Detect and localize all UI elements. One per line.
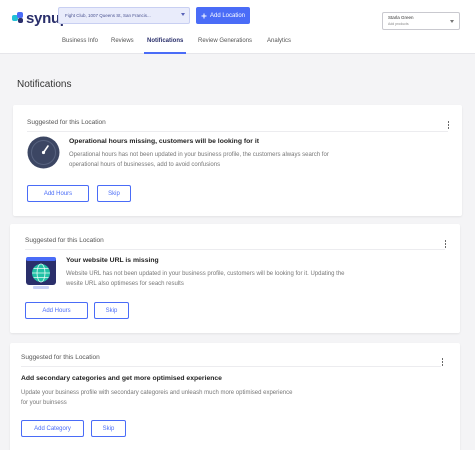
user-subtitle: Add products	[388, 22, 409, 26]
card-description: Website URL has not been updated in your…	[66, 271, 345, 287]
card-heading: Suggested for this Location	[25, 237, 104, 244]
plus-icon	[201, 13, 207, 18]
user-name: Starla Green	[388, 15, 414, 20]
notification-card: Suggested for this Location Add secondar…	[10, 343, 460, 450]
more-options-icon[interactable]	[444, 240, 447, 248]
clock-icon	[27, 136, 60, 169]
add-hours-button[interactable]: Add Hours	[27, 185, 89, 202]
skip-button[interactable]: Skip	[94, 302, 129, 319]
skip-button[interactable]: Skip	[97, 185, 131, 202]
tab-reviews[interactable]: Reviews	[111, 38, 134, 44]
more-options-icon[interactable]	[441, 358, 444, 366]
tab-review-generations[interactable]: Review Generations	[198, 38, 252, 44]
notification-card: Suggested for this Location Operational …	[13, 105, 462, 216]
add-location-label: Add Location	[209, 12, 246, 19]
chevron-down-icon	[450, 20, 454, 23]
top-bar: synup Fight Club, 1007 Queens St, San Fr…	[0, 0, 475, 54]
card-description: Update your business profile with second…	[21, 390, 293, 406]
logo-mark	[12, 12, 25, 25]
card-heading: Suggested for this Location	[27, 119, 106, 126]
active-tab-indicator	[144, 52, 186, 54]
card-divider	[27, 131, 448, 132]
card-title: Operational hours missing, customers wil…	[69, 138, 259, 145]
page-title: Notifications	[17, 79, 72, 90]
more-options-icon[interactable]	[447, 121, 450, 129]
card-description: Operational hours has not been updated i…	[69, 152, 329, 168]
location-select-value: Fight Club, 1007 Queens St, San Francis.…	[65, 13, 151, 18]
card-divider	[25, 249, 445, 250]
notification-card: Suggested for this Location Your website…	[10, 224, 460, 333]
tab-analytics[interactable]: Analytics	[267, 38, 291, 44]
globe-icon	[26, 257, 56, 289]
card-title: Your website URL is missing	[66, 257, 159, 264]
skip-button[interactable]: Skip	[91, 420, 126, 437]
chevron-down-icon	[181, 13, 185, 16]
tab-business-info[interactable]: Business Info	[62, 38, 98, 44]
tab-bar: Business Info Reviews Notifications Revi…	[0, 34, 475, 54]
card-title: Add secondary categories and get more op…	[21, 375, 222, 382]
add-category-button[interactable]: Add Category	[21, 420, 84, 437]
card-divider	[21, 366, 441, 367]
tab-notifications[interactable]: Notifications	[147, 38, 183, 44]
location-select[interactable]: Fight Club, 1007 Queens St, San Francis.…	[58, 7, 190, 24]
add-location-button[interactable]: Add Location	[196, 7, 250, 24]
card-heading: Suggested for this Location	[21, 354, 100, 361]
user-menu[interactable]: Starla Green Add products	[382, 12, 460, 30]
add-hours-button[interactable]: Add Hours	[25, 302, 88, 319]
